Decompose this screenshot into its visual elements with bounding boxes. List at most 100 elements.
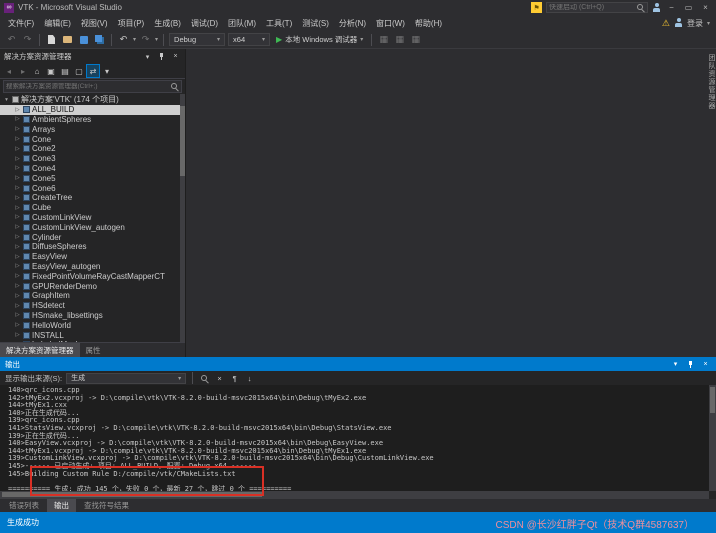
- word-wrap-icon[interactable]: ¶: [229, 373, 240, 384]
- chevron-right-icon[interactable]: ▷: [14, 126, 21, 132]
- tree-item-project[interactable]: ▷ LabeledMesh: [0, 340, 185, 342]
- chevron-right-icon[interactable]: ▷: [14, 283, 21, 289]
- chevron-right-icon[interactable]: ▷: [14, 156, 21, 162]
- chevron-right-icon[interactable]: ▷: [14, 107, 21, 113]
- home-icon[interactable]: ⌂: [31, 65, 43, 77]
- chevron-right-icon[interactable]: ▷: [14, 116, 21, 122]
- chevron-right-icon[interactable]: ▷: [14, 273, 21, 279]
- undo-dropdown-icon[interactable]: ▾: [133, 36, 136, 43]
- chevron-right-icon[interactable]: ▷: [14, 244, 21, 250]
- pin-button[interactable]: [156, 51, 167, 62]
- chevron-right-icon[interactable]: ▷: [14, 214, 21, 220]
- forward-icon[interactable]: ▸: [17, 65, 29, 77]
- output-hscrollbar[interactable]: [0, 491, 709, 499]
- tree-item-project[interactable]: ▷ Cone5: [0, 173, 185, 183]
- tree-item-project[interactable]: ▷ Cone2: [0, 144, 185, 154]
- tree-item-project[interactable]: ▷ FixedPointVolumeRayCastMapperCT: [0, 271, 185, 281]
- scrollbar-thumb[interactable]: [710, 387, 715, 413]
- menu-item[interactable]: 帮助(H): [410, 16, 447, 31]
- find-message-button[interactable]: [199, 373, 210, 384]
- menu-item[interactable]: 文件(F): [3, 16, 39, 31]
- tree-scrollbar[interactable]: [180, 94, 185, 342]
- maximize-button[interactable]: ▭: [682, 2, 695, 14]
- menu-item[interactable]: 调试(D): [186, 16, 223, 31]
- panel-tab[interactable]: 查找符号结果: [77, 499, 136, 512]
- tree-item-project[interactable]: ▷ EasyView: [0, 252, 185, 262]
- tree-item-project[interactable]: ▷ HSmake_libsettings: [0, 311, 185, 321]
- redo-dropdown-icon[interactable]: ▾: [155, 36, 158, 43]
- close-panel-button[interactable]: ×: [170, 51, 181, 62]
- chevron-right-icon[interactable]: ▷: [14, 263, 21, 269]
- menu-item[interactable]: 测试(S): [297, 16, 334, 31]
- undo-button[interactable]: ↶: [117, 33, 130, 46]
- chevron-right-icon[interactable]: ▷: [14, 136, 21, 142]
- chevron-down-icon[interactable]: ▾: [3, 97, 10, 103]
- scrollbar-thumb[interactable]: [2, 492, 262, 497]
- show-all-files-icon[interactable]: ▢: [73, 65, 85, 77]
- menu-item[interactable]: 团队(M): [223, 16, 261, 31]
- chevron-down-icon[interactable]: ▾: [707, 20, 710, 27]
- chevron-right-icon[interactable]: ▷: [14, 312, 21, 318]
- chevron-right-icon[interactable]: ▷: [14, 146, 21, 152]
- close-panel-button[interactable]: ×: [700, 359, 711, 370]
- panel-tab[interactable]: 错误列表: [2, 499, 46, 512]
- chevron-right-icon[interactable]: ▷: [14, 175, 21, 181]
- clear-all-icon[interactable]: ×: [214, 373, 225, 384]
- tree-item-project[interactable]: ▷ HelloWorld: [0, 320, 185, 330]
- tree-item-project[interactable]: ▷ Cube: [0, 203, 185, 213]
- sync-active-document-icon[interactable]: ⇄: [86, 64, 100, 78]
- chevron-right-icon[interactable]: ▷: [14, 254, 21, 260]
- notifications-flag-button[interactable]: ⚑: [531, 2, 542, 13]
- chevron-down-icon[interactable]: ▾: [670, 359, 681, 370]
- save-all-button[interactable]: [93, 33, 106, 46]
- tree-item-project[interactable]: ▷ Arrays: [0, 124, 185, 134]
- platform-select[interactable]: x64 ▾: [228, 33, 271, 46]
- properties-icon[interactable]: ▤: [59, 65, 71, 77]
- user-avatar-icon[interactable]: [652, 2, 661, 13]
- start-debugging-button[interactable]: ▶ 本地 Windows 调试器 ▾: [273, 34, 366, 45]
- chevron-down-icon[interactable]: ▾: [142, 51, 153, 62]
- tree-item-project[interactable]: ▷ CustomLinkView_autogen: [0, 222, 185, 232]
- command-window-icon[interactable]: ▦: [409, 33, 422, 46]
- tree-item-project[interactable]: ▷ ALL_BUILD: [0, 104, 185, 115]
- menu-item[interactable]: 分析(N): [334, 16, 371, 31]
- navigate-back-button[interactable]: ↶: [5, 33, 18, 46]
- tree-item-project[interactable]: ▷ Cone: [0, 134, 185, 144]
- chevron-right-icon[interactable]: ▷: [14, 332, 21, 338]
- menu-item[interactable]: 工具(T): [261, 16, 297, 31]
- output-vscrollbar[interactable]: [709, 385, 716, 491]
- chevron-right-icon[interactable]: ▷: [14, 205, 21, 211]
- configuration-select[interactable]: Debug ▾: [169, 33, 226, 46]
- navigate-forward-button[interactable]: ↷: [21, 33, 34, 46]
- tree-item-project[interactable]: ▷ CreateTree: [0, 193, 185, 203]
- tree-item-project[interactable]: ▷ Cone3: [0, 154, 185, 164]
- pin-button[interactable]: [685, 359, 696, 370]
- panel-tab[interactable]: 解决方案资源管理器: [0, 343, 80, 357]
- tree-item-project[interactable]: ▷ AmbientSpheres: [0, 115, 185, 125]
- new-file-button[interactable]: [45, 33, 58, 46]
- filter-icon[interactable]: ▾: [101, 65, 113, 77]
- menu-item[interactable]: 视图(V): [76, 16, 113, 31]
- save-button[interactable]: [77, 33, 90, 46]
- menu-item[interactable]: 窗口(W): [371, 16, 410, 31]
- debug-windows-icon[interactable]: ▦: [377, 33, 390, 46]
- chevron-right-icon[interactable]: ▷: [14, 234, 21, 240]
- autoscroll-icon[interactable]: ↓: [244, 373, 255, 384]
- menu-item[interactable]: 编辑(E): [39, 16, 76, 31]
- warning-icon[interactable]: ⚠: [662, 18, 670, 29]
- sign-in-label[interactable]: 登录: [687, 18, 703, 29]
- output-source-select[interactable]: 生成 ▾: [66, 372, 187, 384]
- open-file-button[interactable]: [61, 33, 74, 46]
- chevron-right-icon[interactable]: ▷: [14, 303, 21, 309]
- tree-item-project[interactable]: ▷ EasyView_autogen: [0, 262, 185, 272]
- tree-item-project[interactable]: ▷ DiffuseSpheres: [0, 242, 185, 252]
- chevron-right-icon[interactable]: ▷: [14, 195, 21, 201]
- tree-item-project[interactable]: ▷ Cone6: [0, 183, 185, 193]
- close-button[interactable]: ×: [699, 2, 712, 14]
- tree-item-project[interactable]: ▷ Cone4: [0, 164, 185, 174]
- panel-tab[interactable]: 属性: [80, 343, 107, 357]
- tree-item-project[interactable]: ▷ Cylinder: [0, 232, 185, 242]
- tree-item-solution[interactable]: ▾ 解决方案'VTK' (174 个项目): [0, 95, 185, 105]
- collapse-all-icon[interactable]: ▣: [45, 65, 57, 77]
- minimize-button[interactable]: −: [665, 2, 678, 14]
